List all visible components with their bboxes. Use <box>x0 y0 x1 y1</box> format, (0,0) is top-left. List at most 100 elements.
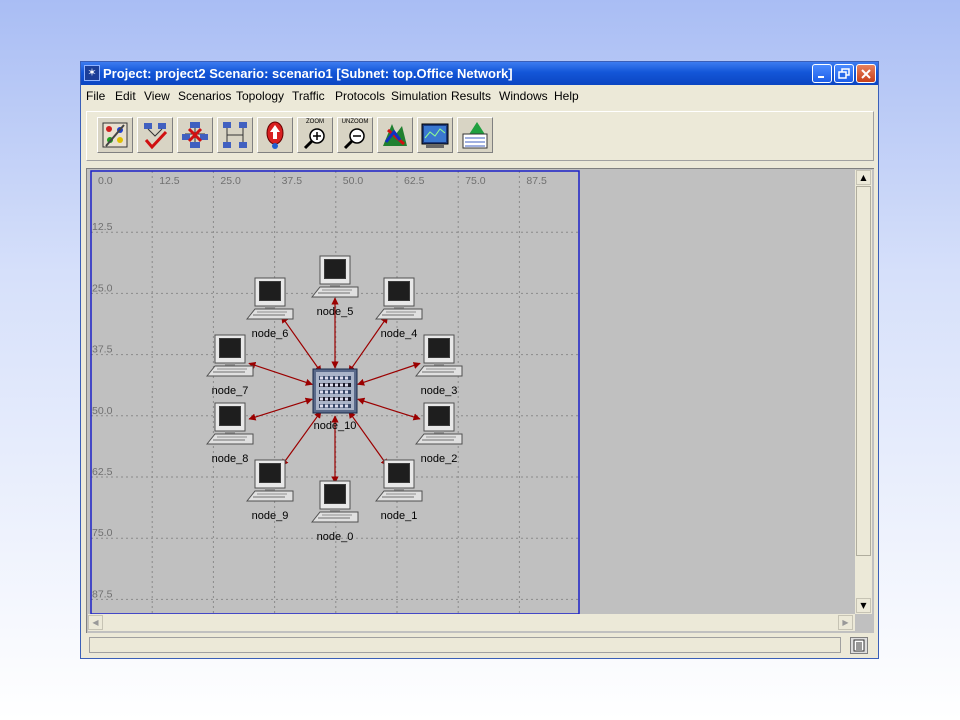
workspace-canvas[interactable]: 0.0 12.5 25.0 37.5 50.0 62.5 75.0 87.5 12.5 25.0 3… <box>87 169 873 632</box>
menu-simulation[interactable]: Simulation <box>391 89 447 103</box>
grid-y-label: 37.5 <box>92 344 113 356</box>
recover-node-icon <box>223 122 247 148</box>
up-arrow-icon <box>266 121 284 149</box>
hub-label: node_10 <box>314 420 357 432</box>
workstation-icon <box>374 277 423 320</box>
workstation-icon <box>374 459 423 502</box>
grid-y-label: 87.5 <box>92 588 113 600</box>
network-workspace[interactable]: 0.0 12.5 25.0 37.5 50.0 62.5 75.0 87.5 12.5 25.0 3… <box>86 168 874 633</box>
grid-y-label: 62.5 <box>92 466 113 478</box>
app-icon[interactable]: ✶ <box>84 65 100 81</box>
workstation-icon <box>245 277 294 320</box>
horizontal-scrollbar[interactable]: ◀ ▶ <box>88 614 855 631</box>
menu-protocols[interactable]: Protocols <box>335 89 385 103</box>
fail-node-icon <box>182 122 208 148</box>
grid-x-label: 25.0 <box>220 175 241 187</box>
grid-y-label: 25.0 <box>92 282 113 294</box>
workstation-node[interactable]: node_4 <box>374 277 423 340</box>
workstation-node[interactable]: node_2 <box>414 402 463 465</box>
recover-selected-objects-button[interactable] <box>217 117 253 153</box>
title-bar[interactable]: ✶ Project: project2 Scenario: scenario1 … <box>81 62 878 85</box>
menu-bar: File Edit View Scenarios Topology Traffi… <box>81 85 878 107</box>
zoom-in-icon <box>303 128 325 150</box>
workstation-icon <box>310 480 359 523</box>
return-to-parent-subnet-button[interactable] <box>257 117 293 153</box>
grid-y-label: 12.5 <box>92 221 113 233</box>
scroll-up-button[interactable]: ▲ <box>856 170 871 185</box>
node-label: node_3 <box>421 385 458 397</box>
network-link[interactable] <box>281 315 322 373</box>
scroll-left-button[interactable]: ◀ <box>88 615 103 630</box>
workstation-node[interactable]: node_5 <box>310 255 359 318</box>
node-label: node_7 <box>212 385 249 397</box>
node-label: node_2 <box>421 453 458 465</box>
view-results-button[interactable] <box>417 117 453 153</box>
workstation-node[interactable]: node_9 <box>245 459 294 522</box>
network-link[interactable] <box>357 362 421 386</box>
run-simulation-icon <box>383 124 407 146</box>
workstation-node[interactable]: node_0 <box>310 480 359 543</box>
zoom-out-icon <box>343 128 365 150</box>
grid-x-label: 50.0 <box>343 175 364 187</box>
scroll-right-button[interactable]: ▶ <box>838 615 853 630</box>
workstation-node[interactable]: node_3 <box>414 334 463 397</box>
menu-windows[interactable]: Windows <box>499 89 548 103</box>
node-label: node_6 <box>252 328 289 340</box>
menu-view[interactable]: View <box>144 89 170 103</box>
hide-show-graphs-button[interactable] <box>457 117 493 153</box>
menu-traffic[interactable]: Traffic <box>292 89 325 103</box>
unzoom-button[interactable]: UNZOOM <box>337 117 373 153</box>
workstation-node[interactable]: node_6 <box>245 277 294 340</box>
status-bar <box>89 637 841 653</box>
vertical-scrollbar[interactable]: ▲ ▼ <box>855 170 872 614</box>
status-console-icon[interactable] <box>850 637 868 654</box>
menu-file[interactable]: File <box>86 89 105 103</box>
node-label: node_8 <box>212 453 249 465</box>
palette-icon <box>102 122 128 148</box>
grid-x-label: 37.5 <box>282 175 303 187</box>
zoom-button[interactable]: ZOOM <box>297 117 333 153</box>
minimize-button[interactable] <box>812 64 832 83</box>
graph-panels-icon <box>462 122 488 149</box>
grid-x-label: 0.0 <box>98 175 113 187</box>
node-label: node_0 <box>317 531 354 543</box>
network-link[interactable] <box>348 315 389 373</box>
window-title: Project: project2 Scenario: scenario1 [S… <box>103 66 513 81</box>
check-link-consistency-button[interactable] <box>137 117 173 153</box>
fail-selected-objects-button[interactable] <box>177 117 213 153</box>
menu-results[interactable]: Results <box>451 89 491 103</box>
grid-x-label: 75.0 <box>465 175 486 187</box>
results-graph-icon <box>421 123 449 148</box>
workstation-icon <box>205 402 254 445</box>
checkmark-link-icon <box>144 123 168 150</box>
network-link[interactable] <box>248 361 313 386</box>
node-label: node_1 <box>381 510 418 522</box>
scroll-down-button[interactable]: ▼ <box>856 598 871 613</box>
menu-scenarios[interactable]: Scenarios <box>178 89 231 103</box>
close-button[interactable] <box>856 64 876 83</box>
workstation-icon <box>245 459 294 502</box>
restore-button[interactable] <box>834 64 854 83</box>
workstation-icon <box>414 402 463 445</box>
workstation-icon <box>414 334 463 377</box>
node-label: node_4 <box>381 328 418 340</box>
configure-run-simulation-button[interactable] <box>377 117 413 153</box>
grid-y-label: 75.0 <box>92 527 113 539</box>
workstation-node[interactable]: node_1 <box>374 459 423 522</box>
menu-topology[interactable]: Topology <box>236 89 284 103</box>
vertical-scroll-thumb[interactable] <box>856 186 871 556</box>
switch-hub-icon <box>312 368 358 414</box>
hub-node[interactable]: node_10 <box>312 368 358 432</box>
open-object-palette-button[interactable] <box>97 117 133 153</box>
node-label: node_9 <box>252 510 289 522</box>
grid-y-label: 50.0 <box>92 405 113 417</box>
grid-x-label: 62.5 <box>404 175 425 187</box>
grid-x-label: 87.5 <box>526 175 547 187</box>
project-window: ✶ Project: project2 Scenario: scenario1 … <box>80 61 879 659</box>
grid-x-label: 12.5 <box>159 175 180 187</box>
node-label: node_5 <box>317 306 354 318</box>
toolbar: ZOOM UNZOOM <box>86 111 874 161</box>
menu-help[interactable]: Help <box>554 89 579 103</box>
workstation-icon <box>310 255 359 298</box>
menu-edit[interactable]: Edit <box>115 89 136 103</box>
